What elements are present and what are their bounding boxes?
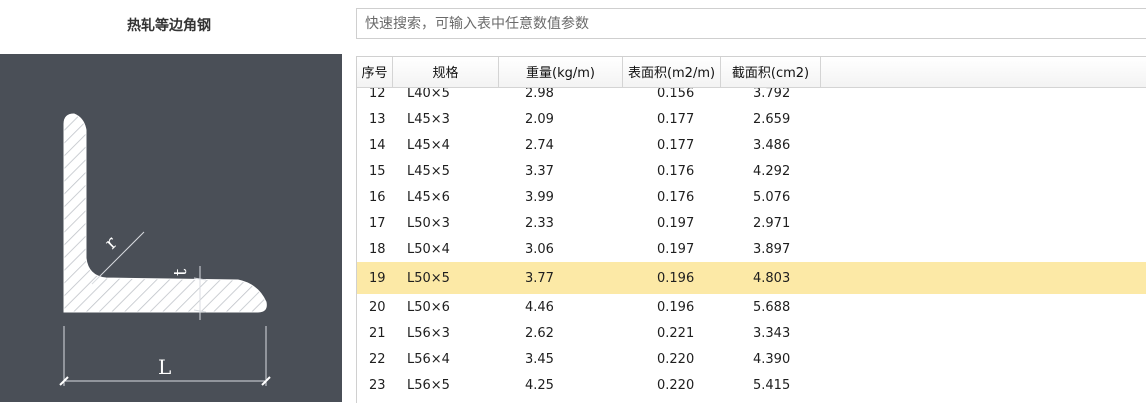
- radius-label: r: [101, 232, 122, 253]
- cell-spec: L56×4: [407, 351, 450, 367]
- cell-weight: 3.37: [525, 163, 554, 179]
- cell-index: 19: [369, 270, 386, 286]
- angle-section-drawing: r t L: [59, 113, 271, 386]
- cell-weight: 4.46: [525, 299, 554, 315]
- cell-index: 20: [369, 299, 386, 315]
- table-row[interactable]: 23 L56×5 4.25 0.220 5.415: [357, 372, 1146, 398]
- cell-index: 13: [369, 111, 386, 127]
- cell-weight: 2.09: [525, 111, 554, 127]
- cell-section-area: 4.292: [753, 163, 791, 179]
- cell-spec: L56×5: [407, 377, 450, 393]
- cell-index: 15: [369, 163, 386, 179]
- cell-spec: L45×3: [407, 111, 450, 127]
- radius-line: [91, 231, 145, 285]
- table-row[interactable]: 17 L50×3 2.33 0.197 2.971: [357, 210, 1146, 236]
- column-header-section-area[interactable]: 截面积(cm2): [721, 57, 821, 87]
- cell-weight: 2.74: [525, 137, 554, 153]
- table-row[interactable]: 13 L45×3 2.09 0.177 2.659: [357, 106, 1146, 132]
- thickness-label: t: [170, 268, 191, 276]
- column-header-weight[interactable]: 重量(kg/m): [499, 57, 623, 87]
- cell-section-area: 2.659: [753, 111, 791, 127]
- cell-weight: 4.25: [525, 377, 554, 393]
- cell-index: 14: [369, 137, 386, 153]
- search-input[interactable]: [356, 8, 1146, 39]
- cell-spec: L50×5: [407, 270, 450, 286]
- cell-index: 18: [369, 241, 386, 257]
- table-body: 12 L40×5 2.98 0.156 3.792 13 L45×3 2.09 0.177 2.6…: [357, 80, 1146, 398]
- cell-index: 23: [369, 377, 386, 393]
- angle-steel-diagram: r t L: [0, 54, 342, 402]
- cell-section-area: 2.971: [753, 215, 791, 231]
- cell-surface-area: 0.220: [657, 377, 695, 393]
- column-header-surface-area[interactable]: 表面积(m2/m): [623, 57, 721, 87]
- table-row[interactable]: 22 L56×4 3.45 0.220 4.390: [357, 346, 1146, 372]
- table-header: 序号 规格 重量(kg/m) 表面积(m2/m) 截面积(cm2): [357, 57, 1146, 88]
- column-header-spec[interactable]: 规格: [393, 57, 499, 87]
- cell-section-area: 3.486: [753, 137, 791, 153]
- cell-section-area: 3.343: [753, 325, 791, 341]
- cell-index: 22: [369, 351, 386, 367]
- cell-surface-area: 0.197: [657, 215, 695, 231]
- cell-surface-area: 0.176: [657, 189, 695, 205]
- cell-surface-area: 0.196: [657, 270, 695, 286]
- cell-weight: 3.99: [525, 189, 554, 205]
- cell-spec: L50×6: [407, 299, 450, 315]
- cell-spec: L45×6: [407, 189, 450, 205]
- cell-section-area: 4.803: [753, 270, 791, 286]
- cell-surface-area: 0.197: [657, 241, 695, 257]
- table-row[interactable]: 16 L45×6 3.99 0.176 5.076: [357, 184, 1146, 210]
- cell-surface-area: 0.196: [657, 299, 695, 315]
- cell-surface-area: 0.177: [657, 111, 695, 127]
- cell-spec: L50×3: [407, 215, 450, 231]
- cell-section-area: 4.390: [753, 351, 791, 367]
- cell-section-area: 5.076: [753, 189, 791, 205]
- cell-section-area: 3.897: [753, 241, 791, 257]
- table-row[interactable]: 18 L50×4 3.06 0.197 3.897: [357, 236, 1146, 262]
- table-row[interactable]: 21 L56×3 2.62 0.221 3.343: [357, 320, 1146, 346]
- table-row[interactable]: 20 L50×6 4.46 0.196 5.688: [357, 294, 1146, 320]
- cell-weight: 3.77: [525, 270, 554, 286]
- cell-weight: 2.33: [525, 215, 554, 231]
- cell-surface-area: 0.177: [657, 137, 695, 153]
- table-row[interactable]: 15 L45×5 3.37 0.176 4.292: [357, 158, 1146, 184]
- angle-steel-table: 12 L40×5 2.98 0.156 3.792 13 L45×3 2.09 0.177 2.6…: [356, 56, 1146, 403]
- cell-spec: L56×3: [407, 325, 450, 341]
- cell-weight: 2.62: [525, 325, 554, 341]
- cell-surface-area: 0.176: [657, 163, 695, 179]
- cell-spec: L45×5: [407, 163, 450, 179]
- table-row[interactable]: 14 L45×4 2.74 0.177 3.486: [357, 132, 1146, 158]
- page-title: 热轧等边角钢: [127, 18, 211, 34]
- cell-index: 21: [369, 325, 386, 341]
- cell-index: 17: [369, 215, 386, 231]
- length-label: L: [158, 355, 171, 379]
- cell-spec: L45×4: [407, 137, 450, 153]
- cell-section-area: 5.688: [753, 299, 791, 315]
- column-header-index[interactable]: 序号: [357, 57, 393, 87]
- table-row[interactable]: 19 L50×5 3.77 0.196 4.803: [357, 262, 1146, 294]
- cell-index: 16: [369, 189, 386, 205]
- cell-surface-area: 0.220: [657, 351, 695, 367]
- cell-weight: 3.45: [525, 351, 554, 367]
- cell-surface-area: 0.221: [657, 325, 695, 341]
- cell-weight: 3.06: [525, 241, 554, 257]
- cell-spec: L50×4: [407, 241, 450, 257]
- cell-section-area: 5.415: [753, 377, 791, 393]
